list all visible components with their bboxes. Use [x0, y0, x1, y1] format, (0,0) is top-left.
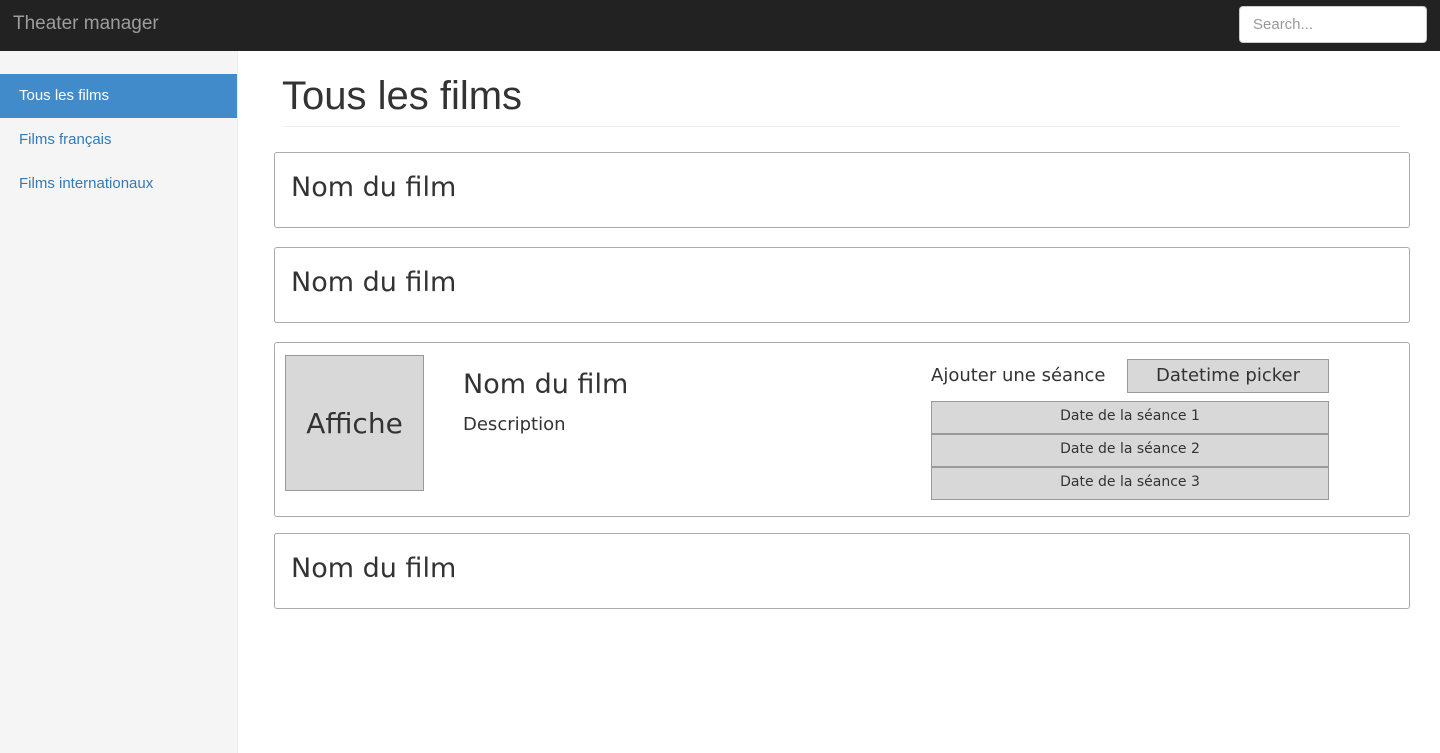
page-title: Tous les films [282, 74, 523, 118]
film-card-expanded: Affiche Nom du film Description Ajouter … [274, 342, 1410, 517]
film-card[interactable]: Nom du film [274, 247, 1410, 323]
app-brand[interactable]: Theater manager [13, 13, 159, 35]
sidebar-item-films-francais[interactable]: Films français [0, 118, 237, 162]
film-card[interactable]: Nom du film [274, 152, 1410, 228]
session-item[interactable]: Date de la séance 3 [931, 467, 1329, 500]
sidebar-item-tous-les-films[interactable]: Tous les films [0, 74, 237, 118]
film-card[interactable]: Nom du film [274, 533, 1410, 609]
film-description: Description [463, 414, 566, 435]
sidebar-item-films-internationaux[interactable]: Films internationaux [0, 162, 237, 206]
search-input[interactable] [1239, 6, 1427, 43]
poster-label: Affiche [306, 406, 403, 440]
sidebar: Tous les films Films français Films inte… [0, 51, 238, 753]
film-title: Nom du film [291, 267, 457, 298]
film-title: Nom du film [291, 172, 457, 203]
session-item[interactable]: Date de la séance 1 [931, 401, 1329, 434]
session-item[interactable]: Date de la séance 2 [931, 434, 1329, 467]
navbar: Theater manager [0, 0, 1440, 51]
film-poster: Affiche [285, 355, 424, 491]
add-session-label: Ajouter une séance [931, 365, 1106, 386]
film-title: Nom du film [463, 369, 629, 400]
film-title: Nom du film [291, 553, 457, 584]
title-divider [282, 126, 1400, 127]
datetime-picker[interactable]: Datetime picker [1127, 359, 1329, 393]
